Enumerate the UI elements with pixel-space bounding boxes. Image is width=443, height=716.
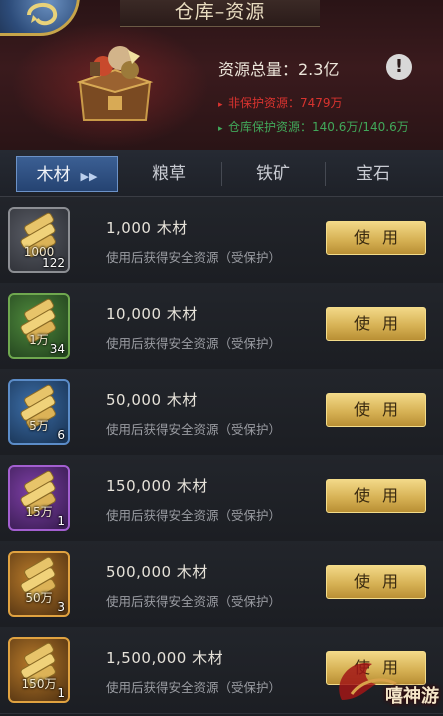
tab-wood[interactable]: 木材 ▶▶ <box>16 156 118 192</box>
info-button[interactable]: ! <box>386 54 412 80</box>
wood-item-icon[interactable]: 5万 6 <box>8 379 70 445</box>
title-bar: 仓库–资源 <box>120 0 320 27</box>
use-button[interactable]: 使用 <box>326 221 426 255</box>
tab-iron[interactable]: 铁矿 <box>222 156 324 192</box>
wood-item-icon[interactable]: 1万 34 <box>8 293 70 359</box>
item-count: 34 <box>49 342 65 356</box>
arrow-right-icon: ▸ <box>218 124 223 134</box>
tab-label: 铁矿 <box>256 164 290 184</box>
item-name: 500,000 木材 <box>106 563 208 581</box>
item-description: 使用后获得安全资源（受保护） <box>106 508 282 523</box>
tab-gem[interactable]: 宝石 <box>322 156 424 192</box>
item-count: 122 <box>42 256 65 270</box>
wood-item-icon[interactable]: 150万 1 <box>8 637 70 703</box>
item-name: 1,500,000 木材 <box>106 649 224 667</box>
tab-label: 宝石 <box>356 164 390 184</box>
page-title: 仓库–资源 <box>174 1 266 23</box>
tab-food[interactable]: 粮草 <box>118 156 220 192</box>
use-button[interactable]: 使用 <box>326 393 426 427</box>
unprotected-label: 非保护资源：7479万 <box>228 96 343 110</box>
item-description: 使用后获得安全资源（受保护） <box>106 422 282 437</box>
item-count: 3 <box>57 600 65 614</box>
resource-total: 资源总量：2.3亿 <box>218 60 340 79</box>
treasure-chest-icon <box>76 46 154 121</box>
list-item: 5万 6 50,000 木材 使用后获得安全资源（受保护） 使用 <box>0 369 443 456</box>
item-description: 使用后获得安全资源（受保护） <box>106 336 282 351</box>
protected-label: 仓库保护资源：140.6万/140.6万 <box>228 120 409 134</box>
item-count: 1 <box>57 686 65 700</box>
chevron-right-icon: ▶▶ <box>80 170 98 183</box>
item-description: 使用后获得安全资源（受保护） <box>106 680 282 695</box>
item-name: 1,000 木材 <box>106 219 188 237</box>
item-count: 6 <box>57 428 65 442</box>
item-description: 使用后获得安全资源（受保护） <box>106 250 282 265</box>
header: 仓库–资源 资源总量：2.3亿 ! ▸ 非保护资源：7479万 ▸ 仓库保护资源：1… <box>0 0 443 151</box>
item-name: 50,000 木材 <box>106 391 198 409</box>
resource-tabs: 木材 ▶▶ 粮草 铁矿 宝石 <box>0 150 443 197</box>
tab-label: 粮草 <box>152 164 186 184</box>
back-swirl-icon <box>27 3 58 26</box>
back-button[interactable] <box>0 0 80 36</box>
list-item: 50万 3 500,000 木材 使用后获得安全资源（受保护） 使用 <box>0 541 443 628</box>
protected-resource: ▸ 仓库保护资源：140.6万/140.6万 <box>218 118 409 135</box>
use-button[interactable]: 使用 <box>326 565 426 599</box>
wood-item-icon[interactable]: 50万 3 <box>8 551 70 617</box>
watermark-text: 嘻神游 <box>385 686 439 707</box>
arrow-right-icon: ▸ <box>218 100 223 110</box>
item-name: 150,000 木材 <box>106 477 208 495</box>
watermark-logo: 嘻神游 <box>322 650 443 712</box>
tab-label: 木材 <box>36 165 71 185</box>
wood-item-icon[interactable]: 1000 122 <box>8 207 70 273</box>
wood-item-icon[interactable]: 15万 1 <box>8 465 70 531</box>
item-description: 使用后获得安全资源（受保护） <box>106 594 282 609</box>
item-count: 1 <box>57 514 65 528</box>
item-list: 1000 122 1,000 木材 使用后获得安全资源（受保护） 使用 1万 3… <box>0 197 443 714</box>
use-button[interactable]: 使用 <box>326 307 426 341</box>
use-button[interactable]: 使用 <box>326 479 426 513</box>
unprotected-resource: ▸ 非保护资源：7479万 <box>218 94 343 111</box>
item-name: 10,000 木材 <box>106 305 198 323</box>
list-item: 15万 1 150,000 木材 使用后获得安全资源（受保护） 使用 <box>0 455 443 542</box>
list-item: 1万 34 10,000 木材 使用后获得安全资源（受保护） 使用 <box>0 283 443 370</box>
list-item: 1000 122 1,000 木材 使用后获得安全资源（受保护） 使用 <box>0 197 443 284</box>
